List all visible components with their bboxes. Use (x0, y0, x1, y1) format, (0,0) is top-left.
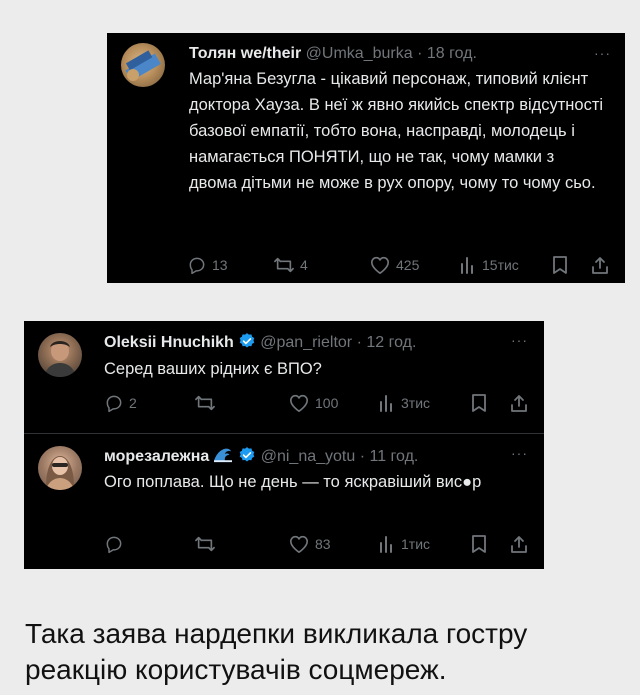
tweet-time[interactable]: · 11 год. (360, 448, 419, 465)
share-icon (592, 257, 608, 274)
reply-count: 13 (212, 257, 228, 273)
views-button[interactable]: 3тис (378, 393, 430, 413)
author-name[interactable]: Толян we/their (189, 45, 301, 62)
tweet-card-2: Oleksii Hnuchikh @pan_rieltor · 12 год. … (24, 321, 544, 569)
avatar[interactable] (121, 43, 165, 87)
like-button[interactable]: 425 (369, 255, 419, 275)
reply-count: 2 (129, 395, 137, 411)
reply-button[interactable]: 13 (187, 255, 228, 275)
author-name[interactable]: Oleksii Hnuchikh (104, 334, 234, 351)
share-button[interactable] (510, 534, 528, 554)
avatar-image (44, 341, 76, 377)
bookmark-button[interactable] (470, 534, 488, 554)
repost-icon (195, 395, 215, 411)
heart-icon (290, 535, 308, 553)
tweet-time[interactable]: · 12 год. (357, 334, 417, 351)
like-button[interactable]: 83 (288, 534, 331, 554)
reply-icon (106, 395, 122, 413)
views-count: 1тис (401, 536, 431, 552)
tweet-header: Толян we/their @Umka_burka · 18 год. (189, 45, 477, 63)
share-icon (511, 395, 527, 412)
avatar[interactable] (38, 446, 82, 490)
views-count: 3тис (401, 395, 431, 411)
share-button[interactable] (591, 255, 609, 275)
reply-icon (106, 536, 122, 554)
views-icon (461, 257, 473, 274)
verified-badge-icon (239, 447, 255, 462)
like-button[interactable]: 100 (288, 393, 338, 413)
share-button[interactable] (510, 393, 528, 413)
repost-icon (274, 257, 294, 273)
tweet-text: Серед ваших рідних є ВПО? (104, 360, 322, 378)
bookmark-button[interactable] (470, 393, 488, 413)
views-button[interactable]: 15тис (459, 255, 519, 275)
more-options-icon[interactable]: ··· (511, 445, 528, 461)
repost-count: 4 (300, 257, 308, 273)
views-icon (380, 395, 392, 412)
like-count: 425 (396, 257, 420, 273)
share-icon (511, 536, 527, 553)
avatar-image (46, 456, 74, 490)
heart-icon (290, 394, 308, 412)
repost-icon (195, 536, 215, 552)
article-caption: Така заява нардепки викликала гостру реа… (25, 618, 528, 685)
views-count: 15тис (482, 257, 519, 273)
tweet-header: Oleksii Hnuchikh @pan_rieltor · 12 год. (104, 332, 416, 352)
reply-button[interactable]: 2 (104, 393, 137, 413)
author-handle[interactable]: @pan_rieltor (260, 334, 352, 351)
tweet-actions: 13 4 425 15тис (187, 255, 617, 275)
bookmark-icon (553, 256, 567, 274)
verified-badge-icon (239, 333, 255, 348)
tweet-text: Ого поплава. Що не день — то яскравіший … (104, 473, 482, 491)
tweet-text: Мар'яна Безугла - цікавий персонаж, типо… (189, 70, 604, 192)
heart-icon (371, 256, 389, 274)
more-options-icon[interactable]: ··· (594, 45, 611, 61)
repost-button[interactable] (194, 393, 221, 413)
wave-emoji-icon (214, 448, 233, 463)
author-handle[interactable]: @ni_na_yotu (261, 448, 356, 465)
repost-button[interactable] (194, 534, 221, 554)
reply-button[interactable] (104, 534, 129, 554)
bookmark-icon (472, 535, 486, 553)
tweet-time[interactable]: · 18 год. (417, 45, 477, 62)
avatar[interactable] (38, 333, 82, 377)
tweet-actions: 2 100 3тис (104, 393, 534, 413)
tweet-card-1: Толян we/their @Umka_burka · 18 год. ···… (107, 33, 625, 283)
tweet-actions: 83 1тис (104, 534, 534, 554)
views-icon (380, 536, 392, 553)
tweet[interactable]: Oleksii Hnuchikh @pan_rieltor · 12 год. … (24, 321, 544, 433)
more-options-icon[interactable]: ··· (511, 332, 528, 348)
reply-icon (189, 257, 205, 275)
like-count: 100 (315, 395, 339, 411)
avatar-image (125, 50, 161, 81)
bookmark-button[interactable] (551, 255, 569, 275)
author-name[interactable]: морезалежна (104, 448, 209, 465)
repost-button[interactable]: 4 (273, 255, 308, 275)
tweet[interactable]: морезалежна @ni_na_yotu · 11 год. ··· Ог… (24, 434, 544, 569)
bookmark-icon (472, 394, 486, 412)
like-count: 83 (315, 536, 331, 552)
author-handle[interactable]: @Umka_burka (306, 45, 413, 62)
tweet-header: морезалежна @ni_na_yotu · 11 год. (104, 445, 418, 466)
views-button[interactable]: 1тис (378, 534, 430, 554)
